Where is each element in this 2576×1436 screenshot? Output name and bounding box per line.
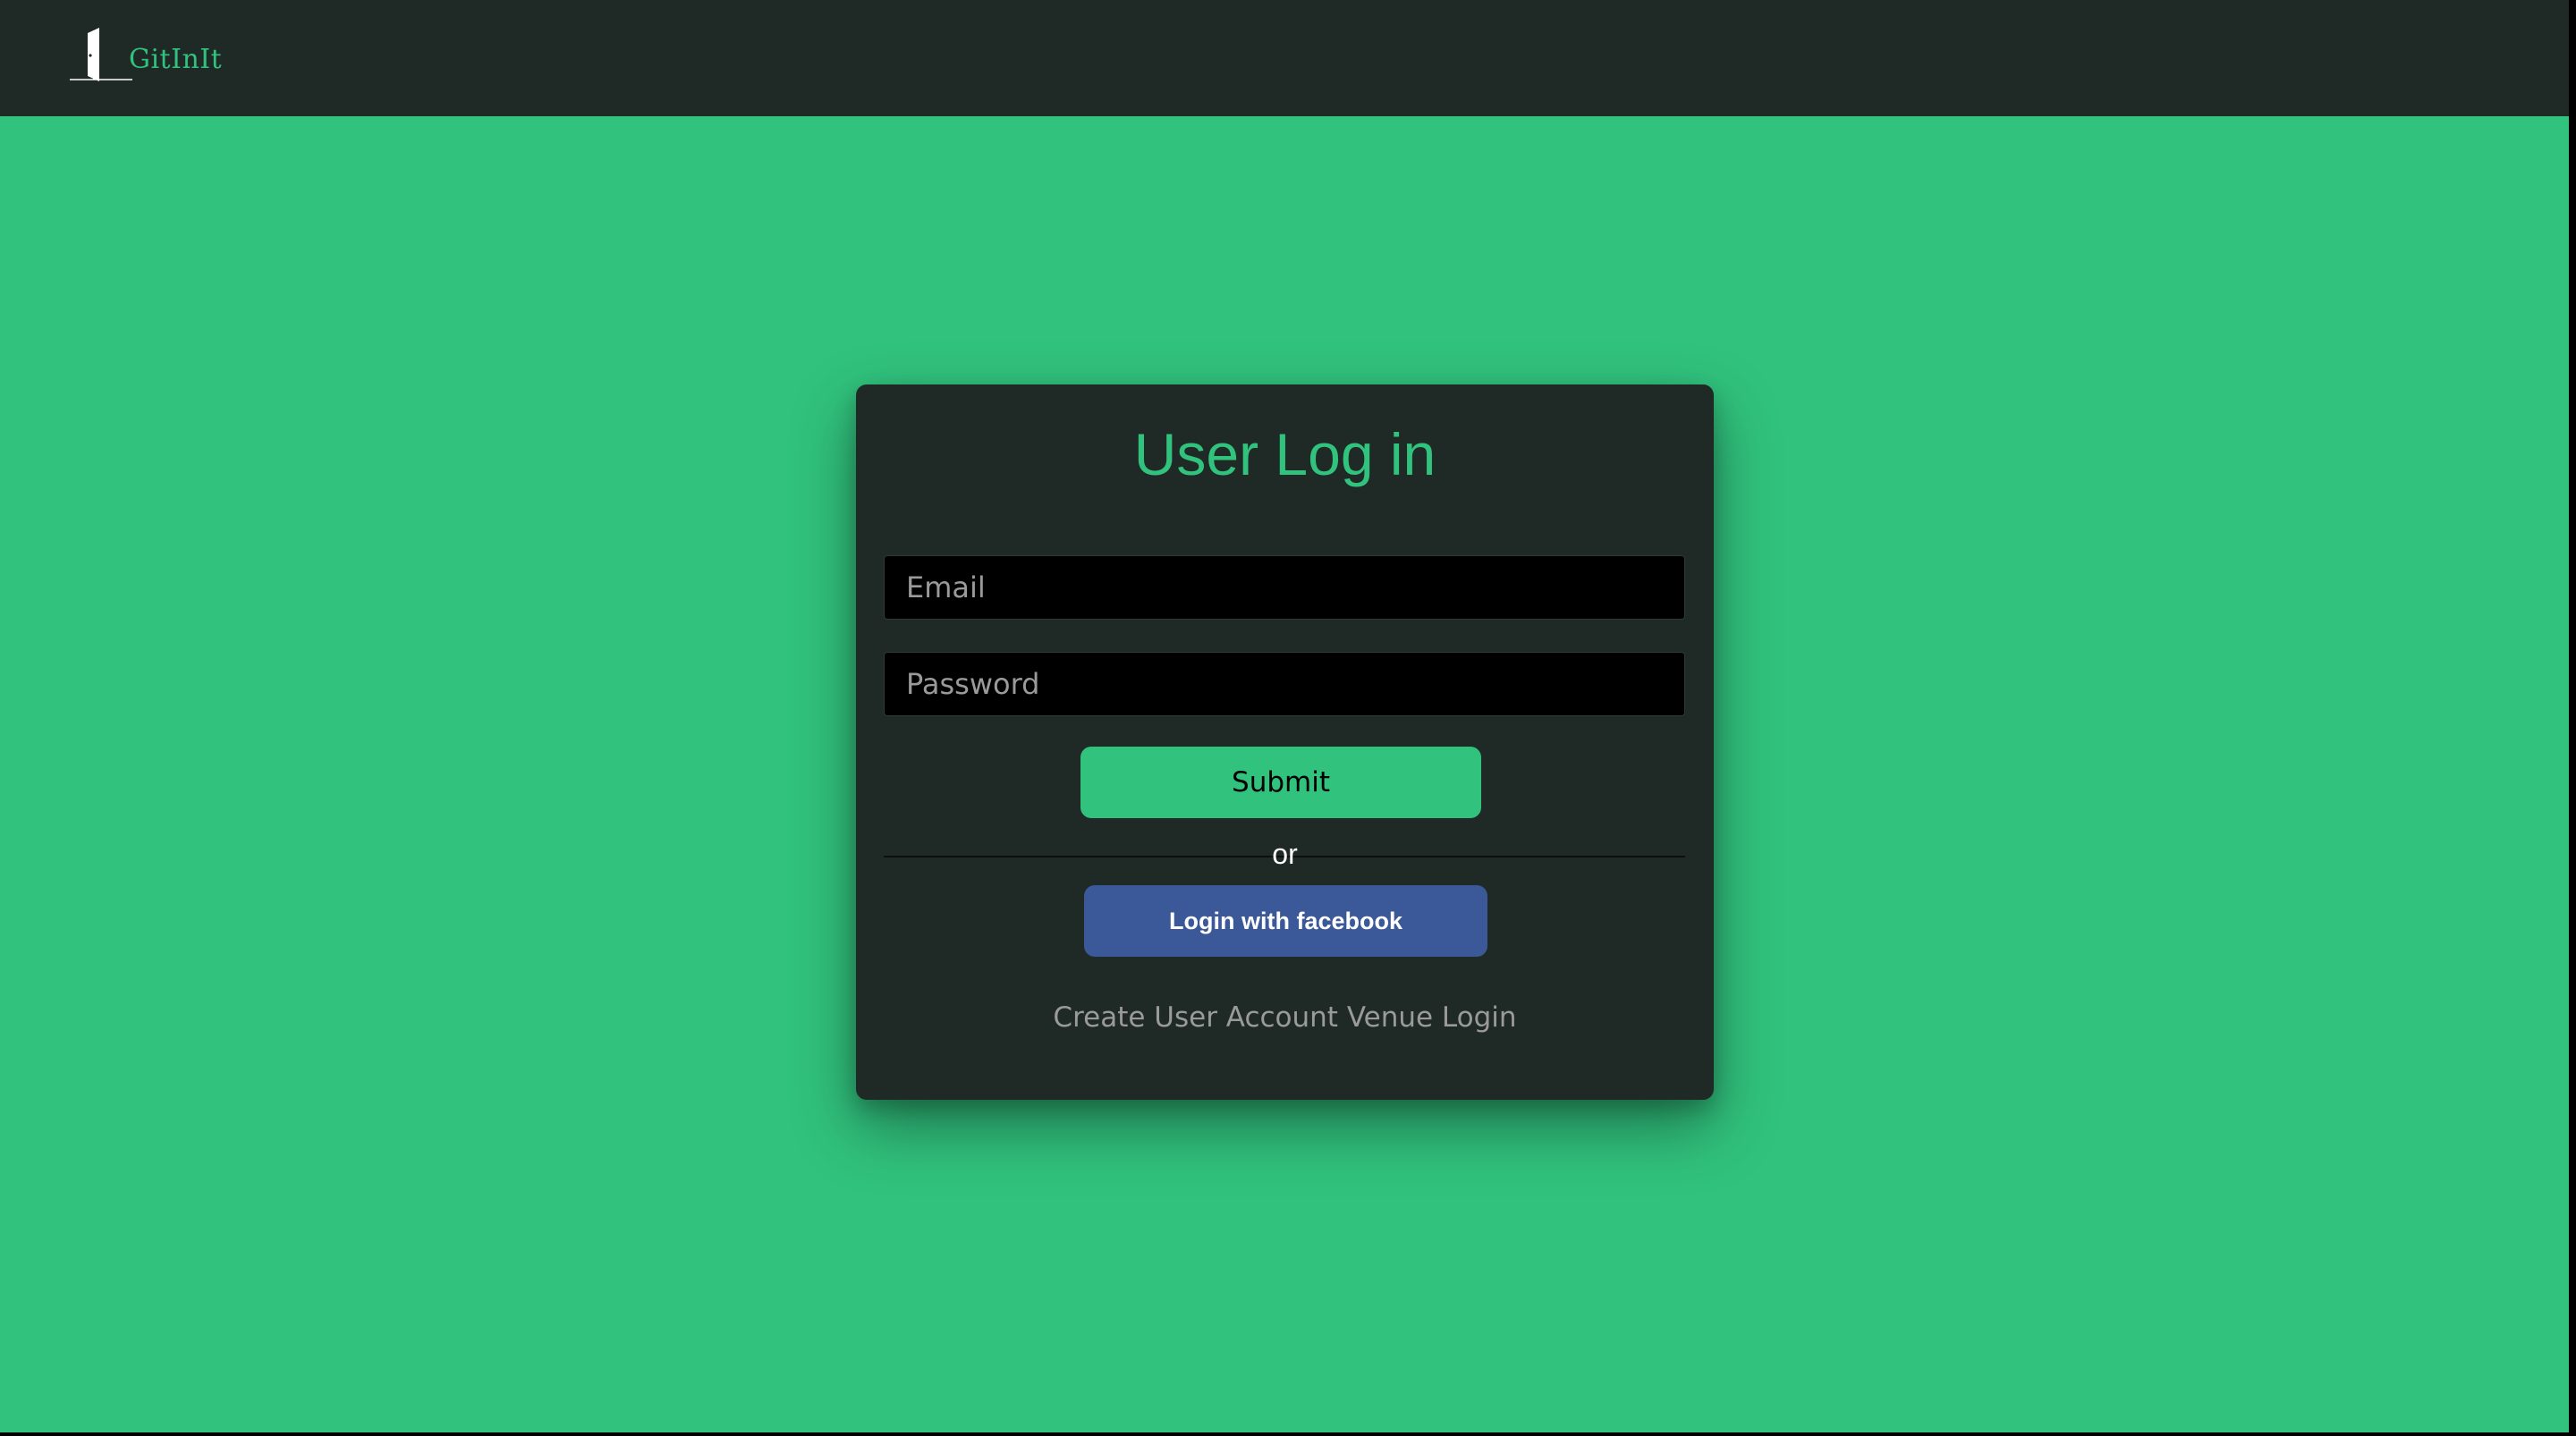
or-divider-text: or [1272,838,1298,870]
facebook-login-button[interactable]: Login with facebook [1084,885,1487,957]
create-account-link[interactable]: Create User Account [1053,1001,1338,1034]
brand-name: GitInIt [129,43,223,75]
venue-login-link[interactable]: Venue Login [1347,1001,1517,1034]
password-input[interactable] [884,652,1685,716]
email-input[interactable] [884,555,1685,620]
account-links: Create User Account Venue Login [856,1000,1714,1035]
login-title: User Log in [1133,421,1436,487]
page: GitInIt User Log in Submit or Login with… [0,0,2569,1432]
door-icon [70,28,132,81]
top-navbar: GitInIt [0,0,2569,116]
login-card: User Log in Submit or Login with faceboo… [856,384,1714,1100]
brand-logo-link[interactable]: GitInIt [70,25,222,88]
submit-button[interactable]: Submit [1080,747,1481,818]
